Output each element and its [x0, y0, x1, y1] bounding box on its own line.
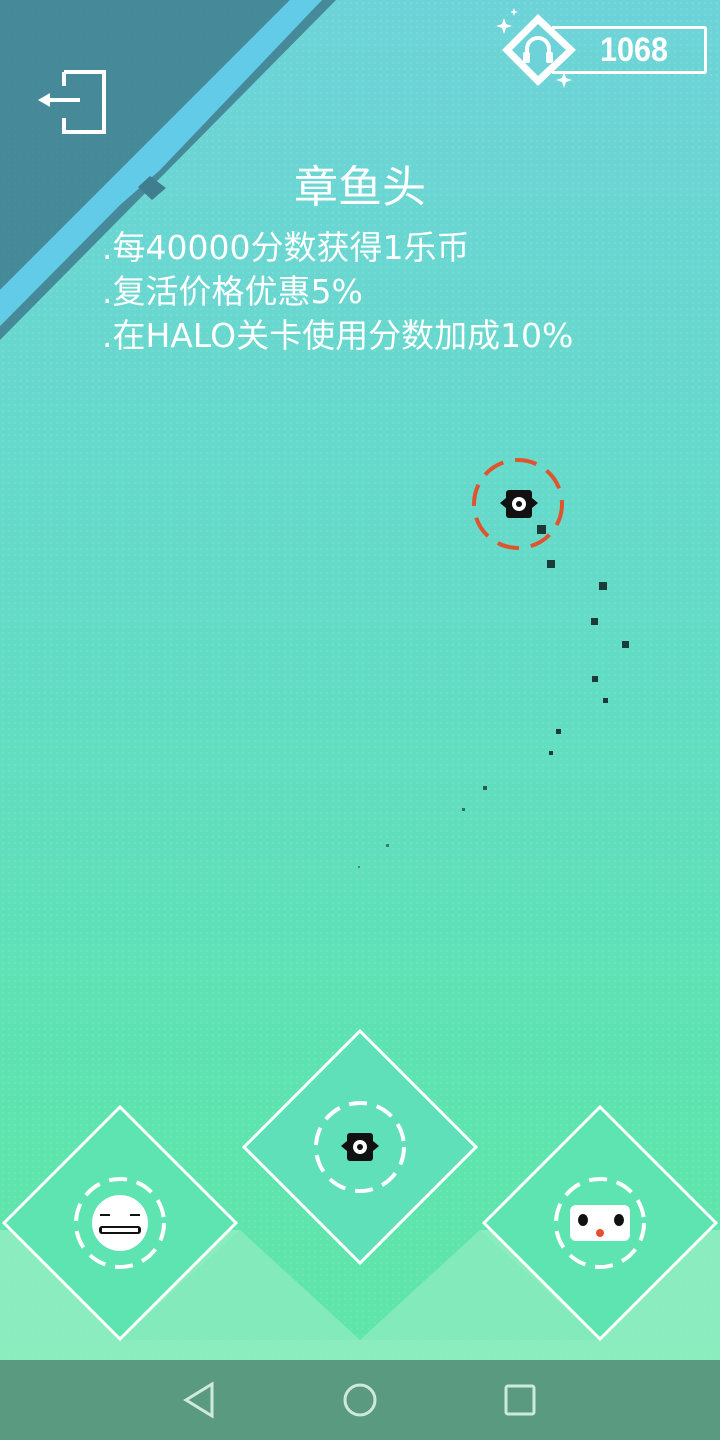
home-button[interactable]: [338, 1378, 382, 1422]
home-circle-icon: [343, 1383, 377, 1417]
smiling-face-character: [92, 1195, 148, 1251]
character-slot-octopus-head[interactable]: [241, 1028, 479, 1266]
system-navigation-bar: [0, 1360, 720, 1440]
recent-square-icon: [504, 1384, 536, 1416]
cat-face-character: [570, 1205, 630, 1241]
back-triangle-icon: [183, 1381, 214, 1419]
back-button[interactable]: [178, 1378, 222, 1422]
recent-apps-button[interactable]: [498, 1378, 542, 1422]
character-selector: [0, 1028, 720, 1360]
game-screen: 1068 章鱼头 .每40000分数获得1乐币 .复活价格优惠5% .在HALO…: [0, 0, 720, 1440]
